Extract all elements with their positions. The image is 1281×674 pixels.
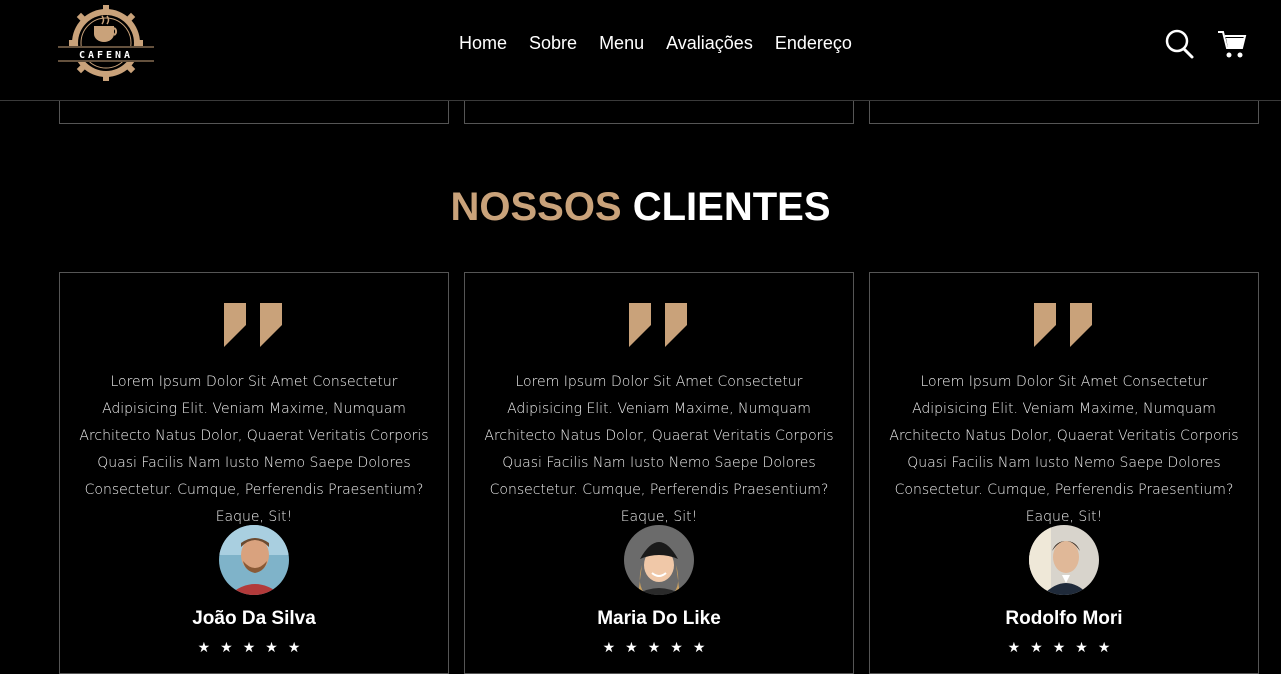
review-text: Lorem Ipsum Dolor Sit Amet Consectetur A… <box>889 374 1239 525</box>
section-title: NOSSOS CLIENTES <box>0 185 1281 230</box>
nav-home[interactable]: Home <box>459 33 507 54</box>
avatar <box>1029 525 1099 595</box>
review-card: Lorem Ipsum Dolor Sit Amet Consectetur A… <box>869 272 1259 674</box>
reviewer-name: Rodolfo Mori <box>1005 608 1123 629</box>
nav-sobre[interactable]: Sobre <box>529 33 577 54</box>
reviewer-name: Maria Do Like <box>597 608 721 629</box>
avatar <box>219 525 289 595</box>
section-title-accent: NOSSOS <box>450 185 622 229</box>
review-card: Lorem Ipsum Dolor Sit Amet Consectetur A… <box>464 272 854 674</box>
quote-icon <box>629 303 689 347</box>
logo-text: CAFENA <box>79 50 133 61</box>
review-text: Lorem Ipsum Dolor Sit Amet Consectetur A… <box>79 374 429 525</box>
reviewer-name: João Da Silva <box>192 608 316 629</box>
cart-icon[interactable] <box>1217 28 1247 60</box>
quote-icon <box>224 303 284 347</box>
nav-menu[interactable]: Menu <box>599 33 644 54</box>
site-header: CAFENA Home Sobre Menu Avaliações Endere… <box>0 0 1281 101</box>
cafena-logo[interactable]: CAFENA <box>58 4 154 82</box>
header-actions <box>1165 28 1247 60</box>
avatar <box>624 525 694 595</box>
review-text: Lorem Ipsum Dolor Sit Amet Consectetur A… <box>484 374 834 525</box>
section-title-main: CLIENTES <box>632 185 831 229</box>
nav-avaliacoes[interactable]: Avaliações <box>666 33 753 54</box>
search-icon[interactable] <box>1165 28 1195 60</box>
nav-endereco[interactable]: Endereço <box>775 33 852 54</box>
review-card: Lorem Ipsum Dolor Sit Amet Consectetur A… <box>59 272 449 674</box>
main-nav: Home Sobre Menu Avaliações Endereço <box>448 33 863 54</box>
quote-icon <box>1034 303 1094 347</box>
